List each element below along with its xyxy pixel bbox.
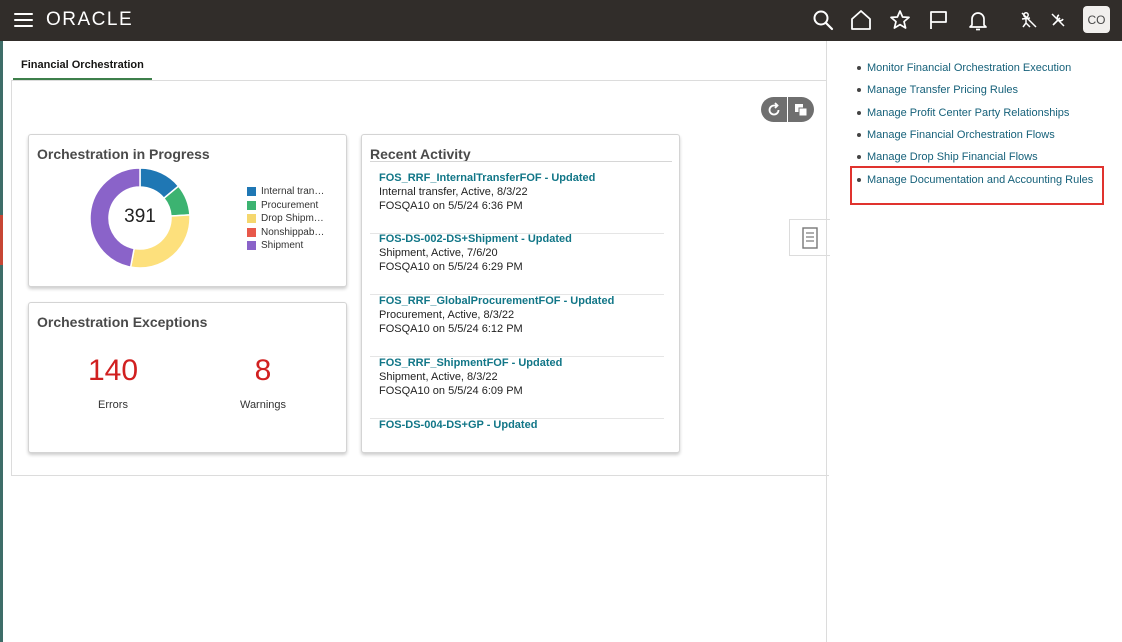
activity-item: FOS_RRF_ShipmentFOF - Updated Shipment, …	[370, 357, 664, 419]
legend-item[interactable]: Drop Shipm…	[247, 212, 324, 226]
activity-link[interactable]: FOS-DS-002-DS+Shipment - Updated	[379, 233, 572, 245]
activity-link[interactable]: FOS_RRF_InternalTransferFOF - Updated	[379, 172, 595, 184]
task-item: Manage Drop Ship Financial Flows	[857, 151, 1038, 163]
warnings-count[interactable]: 8	[223, 354, 303, 388]
main-area: Financial Orchestration Orchestration in…	[3, 41, 830, 642]
bell-icon[interactable]	[966, 8, 990, 32]
activity-item: FOS_RRF_InternalTransferFOF - Updated In…	[370, 172, 664, 234]
activity-meta: FOSQA10 on 5/5/24 6:29 PM	[379, 261, 523, 273]
task-link-flows[interactable]: Manage Financial Orchestration Flows	[867, 129, 1055, 141]
progress-card-title: Orchestration in Progress	[37, 146, 210, 162]
highlight-box	[850, 166, 1104, 205]
activity-meta: FOSQA10 on 5/5/24 6:36 PM	[379, 200, 523, 212]
panel-toggle-button[interactable]	[789, 219, 830, 256]
copy-icon	[795, 103, 808, 116]
task-item: Manage Transfer Pricing Rules	[857, 84, 1018, 96]
activity-meta: FOSQA10 on 5/5/24 6:09 PM	[379, 385, 523, 397]
activity-item: FOS-DS-002-DS+Shipment - Updated Shipmen…	[370, 233, 664, 295]
errors-label: Errors	[98, 399, 128, 411]
task-link-monitor[interactable]: Monitor Financial Orchestration Executio…	[867, 62, 1071, 74]
exceptions-card-title: Orchestration Exceptions	[37, 314, 208, 330]
accessibility-icon[interactable]	[1017, 8, 1041, 32]
legend-item[interactable]: Procurement	[247, 199, 324, 213]
bullet	[857, 111, 861, 115]
activity-detail: Shipment, Active, 7/6/20	[379, 247, 498, 259]
legend-swatch	[247, 187, 256, 197]
task-item: Manage Financial Orchestration Flows	[857, 129, 1055, 141]
legend-swatch	[247, 241, 256, 251]
activity-item: FOS_RRF_GlobalProcurementFOF - Updated P…	[370, 295, 664, 357]
home-icon[interactable]	[849, 8, 873, 32]
tools-icon[interactable]	[1046, 8, 1070, 32]
refresh-icon	[768, 101, 780, 115]
activity-item: FOS-DS-004-DS+GP - Updated	[370, 419, 664, 439]
refresh-button[interactable]	[761, 97, 787, 122]
activity-detail: Shipment, Active, 8/3/22	[379, 371, 498, 383]
legend-item[interactable]: Internal tran…	[247, 185, 324, 199]
oracle-logo[interactable]: ORACLE	[46, 9, 133, 31]
bullet	[857, 155, 861, 159]
task-item: Manage Profit Center Party Relationships	[857, 107, 1069, 119]
legend-item[interactable]: Nonshippab…	[247, 226, 324, 240]
activity-detail: Internal transfer, Active, 8/3/22	[379, 186, 528, 198]
bullet	[857, 133, 861, 137]
document-icon	[802, 226, 818, 249]
flag-icon[interactable]	[926, 8, 950, 32]
star-icon[interactable]	[888, 8, 912, 32]
menu-icon[interactable]	[14, 12, 33, 28]
legend-swatch	[247, 227, 256, 237]
errors-count[interactable]: 140	[73, 354, 153, 388]
activity-divider	[370, 161, 672, 162]
layout-button[interactable]	[788, 97, 814, 122]
activity-detail: Procurement, Active, 8/3/22	[379, 309, 515, 321]
task-link-profit-center[interactable]: Manage Profit Center Party Relationships	[867, 107, 1069, 119]
activity-card: Recent Activity FOS_RRF_InternalTransfer…	[361, 134, 680, 453]
bullet	[857, 66, 861, 70]
activity-link[interactable]: FOS_RRF_GlobalProcurementFOF - Updated	[379, 295, 614, 307]
task-item: Monitor Financial Orchestration Executio…	[857, 62, 1071, 74]
top-bar: ORACLE CO	[0, 0, 1122, 41]
bullet	[857, 88, 861, 92]
task-link-drop-ship[interactable]: Manage Drop Ship Financial Flows	[867, 151, 1038, 163]
legend-swatch	[247, 214, 256, 224]
tab-financial-orchestration[interactable]: Financial Orchestration	[13, 53, 152, 80]
activity-card-title: Recent Activity	[370, 146, 471, 162]
progress-total: 391	[124, 206, 156, 227]
activity-link[interactable]: FOS-DS-004-DS+GP - Updated	[379, 419, 537, 431]
legend-swatch	[247, 200, 256, 210]
exceptions-card: Orchestration Exceptions 140 Errors 8 Wa…	[28, 302, 347, 453]
progress-legend: Internal tran… Procurement Drop Shipm… N…	[247, 185, 324, 253]
progress-card: Orchestration in Progress 391 Internal t…	[28, 134, 347, 287]
activity-meta: FOSQA10 on 5/5/24 6:12 PM	[379, 323, 523, 335]
user-avatar[interactable]: CO	[1083, 6, 1110, 33]
legend-item[interactable]: Shipment	[247, 239, 324, 253]
activity-link[interactable]: FOS_RRF_ShipmentFOF - Updated	[379, 357, 562, 369]
search-icon[interactable]	[811, 8, 835, 32]
warnings-label: Warnings	[239, 399, 287, 411]
panel-divider	[826, 41, 827, 642]
task-link-transfer-pricing[interactable]: Manage Transfer Pricing Rules	[867, 84, 1018, 96]
